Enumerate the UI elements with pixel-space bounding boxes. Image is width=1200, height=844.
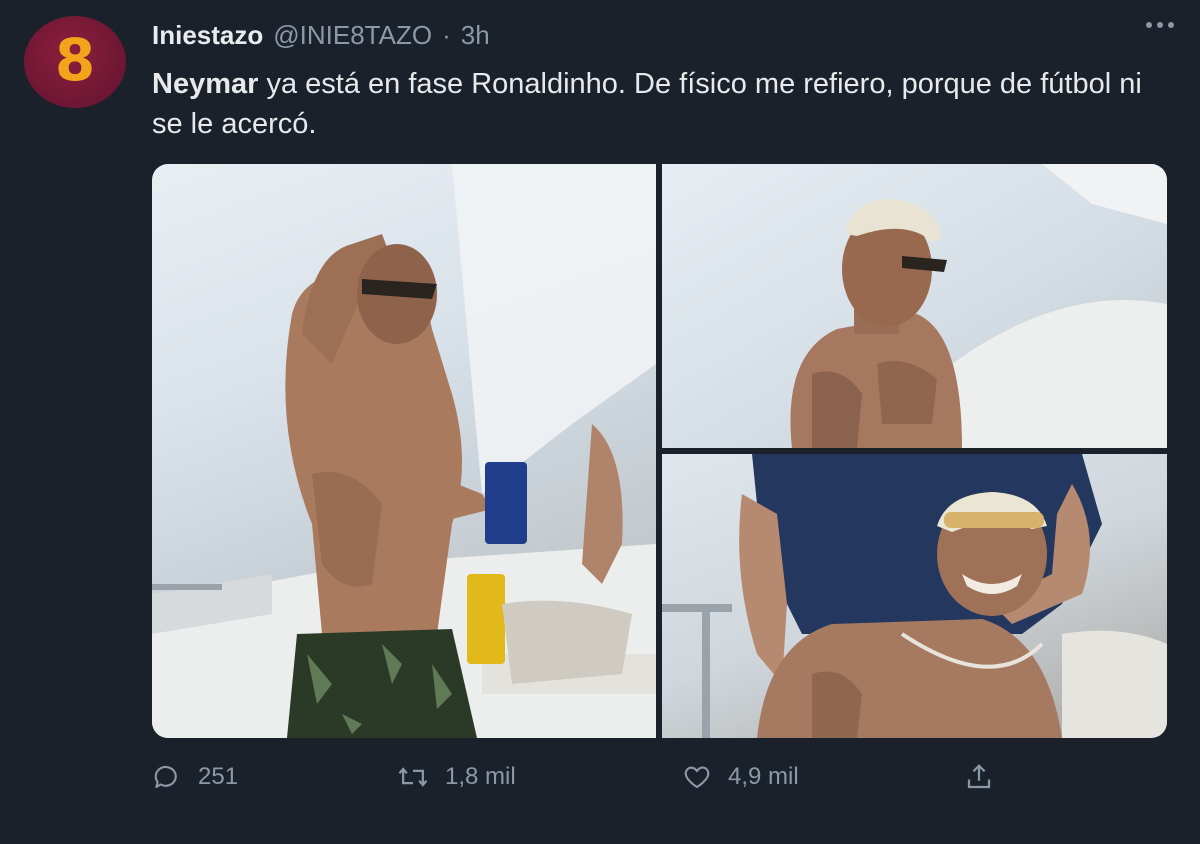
timestamp[interactable]: 3h (461, 20, 490, 51)
reply-icon (154, 765, 177, 789)
mention-text: Neymar (152, 68, 259, 100)
tweet-actions: 251 1,8 mil 4,9 mil (152, 762, 1167, 806)
more-options-icon[interactable] (1146, 22, 1174, 28)
tweet-card[interactable]: 8 Iniestazo @INIE8TAZO · 3h Neymar ya es… (0, 0, 1200, 844)
tweet-body: ya está en fase Ronaldinho. De físico me… (152, 68, 1142, 140)
tweet-header: Iniestazo @INIE8TAZO · 3h (152, 20, 490, 51)
photo-1[interactable] (152, 164, 656, 738)
tweet-text: Neymar ya está en fase Ronaldinho. De fí… (152, 64, 1162, 144)
media-grid (152, 164, 1167, 738)
user-handle[interactable]: @INIE8TAZO (273, 20, 432, 51)
photo-3-illustration (662, 454, 1167, 738)
retweet-icon (398, 767, 428, 787)
photo-3[interactable] (662, 454, 1167, 738)
like-count: 4,9 mil (728, 763, 799, 790)
photo-1-illustration (152, 164, 656, 738)
share-icon (967, 764, 991, 789)
photo-2[interactable] (662, 164, 1167, 448)
separator-dot: · (442, 20, 451, 50)
heart-icon (684, 766, 710, 789)
retweet-button[interactable]: 1,8 mil (397, 762, 516, 792)
display-name[interactable]: Iniestazo (152, 20, 263, 51)
photo-2-illustration (790, 164, 1167, 448)
retweet-count: 1,8 mil (445, 763, 516, 790)
logo-8-icon: 8 (54, 26, 96, 94)
reply-button[interactable]: 251 (152, 762, 238, 792)
avatar[interactable]: 8 (24, 16, 126, 108)
share-button[interactable] (964, 762, 994, 792)
like-button[interactable]: 4,9 mil (682, 762, 799, 792)
reply-count: 251 (198, 763, 239, 790)
